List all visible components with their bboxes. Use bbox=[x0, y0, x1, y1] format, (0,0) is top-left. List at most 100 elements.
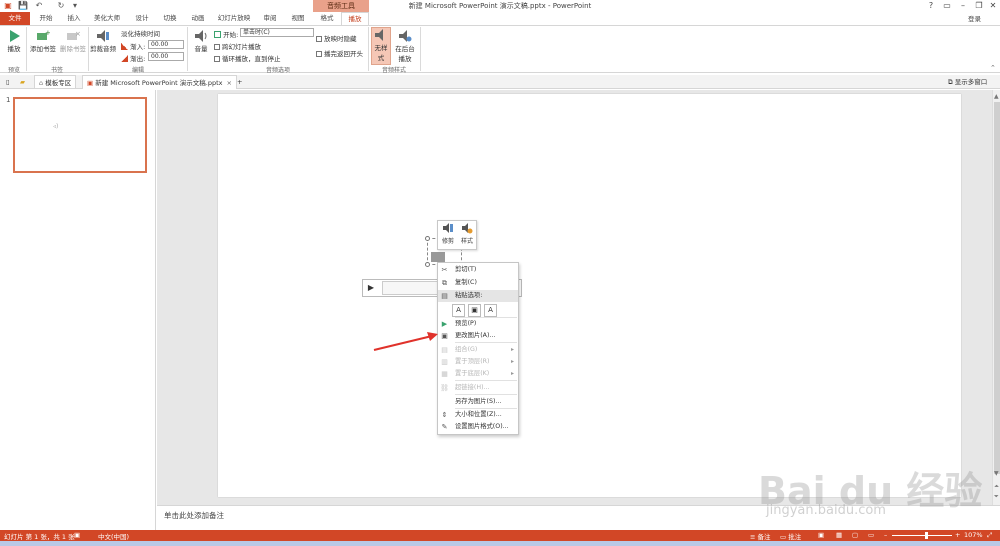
slide-thumbnail[interactable]: ◃) bbox=[13, 97, 147, 173]
no-style-button[interactable]: 无样式 bbox=[371, 27, 391, 65]
mini-style-button[interactable]: 样式 bbox=[457, 222, 477, 245]
tab-review[interactable]: 审阅 bbox=[258, 12, 282, 25]
help-icon[interactable]: ? bbox=[924, 0, 938, 12]
notes-toggle[interactable]: ≡ 备注 bbox=[750, 531, 771, 541]
add-bookmark-icon: + bbox=[37, 29, 50, 40]
play-in-background-button[interactable]: 在后台播放 bbox=[393, 29, 417, 63]
collapse-ribbon-icon[interactable]: ⌃ bbox=[990, 64, 996, 72]
hide-during-show-checkbox[interactable]: 放映时隐藏 bbox=[316, 33, 357, 43]
prev-slide-icon[interactable]: ⏶ bbox=[994, 483, 999, 491]
scroll-up-icon[interactable]: ▲ bbox=[994, 93, 999, 100]
menu-item-format-picture[interactable]: ✎ 设置图片格式(O)... bbox=[438, 421, 518, 433]
window-title: 新建 Microsoft PowerPoint 演示文稿.pptx - Powe… bbox=[408, 2, 592, 10]
mini-style-label: 样式 bbox=[460, 238, 473, 245]
multi-window-button[interactable]: ⧉ 显示多窗口 bbox=[944, 75, 991, 89]
start-icon bbox=[214, 31, 221, 38]
zoom-level[interactable]: 107% bbox=[964, 531, 983, 539]
zoom-slider-thumb[interactable] bbox=[925, 532, 928, 539]
menu-label: 复制(C) bbox=[455, 279, 477, 286]
menu-label: 另存为图片(S)... bbox=[455, 398, 502, 405]
volume-button[interactable]: 音量 bbox=[190, 29, 212, 53]
slide-canvas[interactable] bbox=[218, 94, 961, 497]
slide-sorter-icon[interactable]: ▦ bbox=[836, 531, 842, 539]
new-doc-icon[interactable]: ▯ bbox=[2, 75, 14, 89]
group-audio-options-label: 音频选项 bbox=[265, 67, 290, 74]
paste-picture-icon[interactable]: ▣ bbox=[468, 304, 481, 317]
menu-item-preview[interactable]: ▶ 预览(P) bbox=[438, 318, 518, 330]
close-icon[interactable]: ✕ bbox=[986, 0, 1000, 12]
slideshow-icon[interactable]: ▭ bbox=[868, 531, 874, 539]
fade-in-input[interactable]: 00.00 bbox=[148, 40, 184, 49]
rewind-checkbox[interactable]: 播完返回开头 bbox=[316, 48, 363, 58]
open-folder-icon[interactable]: ▰ bbox=[16, 75, 29, 89]
tab-home[interactable]: 开始 bbox=[34, 12, 58, 25]
trim-icon bbox=[443, 223, 453, 233]
document-tab-label: 新建 Microsoft PowerPoint 演示文稿.pptx bbox=[95, 79, 223, 87]
remove-bookmark-button[interactable]: × 删除书签 bbox=[58, 29, 88, 53]
resize-handle[interactable] bbox=[425, 236, 430, 241]
tab-view[interactable]: 视图 bbox=[286, 12, 310, 25]
menu-item-change-picture[interactable]: ▣ 更改图片(A)... bbox=[438, 330, 518, 342]
fade-out-input[interactable]: 00.00 bbox=[148, 52, 184, 61]
audio-speaker-icon[interactable] bbox=[431, 252, 445, 262]
login-link[interactable]: 登录 bbox=[968, 13, 981, 23]
zoom-in-icon[interactable]: + bbox=[955, 531, 960, 539]
menu-item-size-position[interactable]: ⇕ 大小和位置(Z)... bbox=[438, 409, 518, 421]
minimize-icon[interactable]: – bbox=[956, 0, 970, 12]
menu-item-hyperlink[interactable]: ⛓ 超链接(H)... bbox=[438, 382, 518, 394]
normal-view-icon[interactable]: ▣ bbox=[818, 531, 824, 539]
restore-icon[interactable]: ❐ bbox=[972, 0, 986, 12]
zoom-slider-track[interactable] bbox=[892, 535, 952, 536]
trim-audio-button[interactable]: 剪裁音频 bbox=[90, 29, 116, 53]
tab-file[interactable]: 文件 bbox=[0, 12, 30, 25]
loop-checkbox[interactable]: 循环播放，直到停止 bbox=[214, 53, 281, 63]
next-slide-icon[interactable]: ⏷ bbox=[994, 493, 999, 501]
fade-duration-label: 淡化持续时间 bbox=[121, 30, 160, 38]
menu-item-send-to-back[interactable]: ▦ 置于底层(K) ▸ bbox=[438, 368, 518, 380]
fade-out-label: 渐出: bbox=[130, 55, 146, 63]
menu-item-cut[interactable]: ✂ 剪切(T) bbox=[438, 264, 518, 276]
tab-animations[interactable]: 动画 bbox=[186, 12, 210, 25]
vertical-scrollbar[interactable]: ▲ ▼ ⏶ ⏷ bbox=[992, 90, 1000, 505]
tab-slideshow[interactable]: 幻灯片放映 bbox=[214, 12, 254, 25]
spellcheck-icon[interactable]: ▣ bbox=[74, 531, 80, 539]
cross-slides-checkbox[interactable]: 跨幻灯片播放 bbox=[214, 41, 261, 51]
hyperlink-icon: ⛓ bbox=[440, 384, 449, 392]
tab-current-document[interactable]: ▣ 新建 Microsoft PowerPoint 演示文稿.pptx × bbox=[82, 75, 237, 89]
tab-beautify[interactable]: 美化大师 bbox=[90, 12, 124, 25]
add-tab-button[interactable]: + bbox=[233, 75, 246, 89]
scroll-down-icon[interactable]: ▼ bbox=[994, 470, 999, 477]
comments-toggle[interactable]: ▭ 批注 bbox=[780, 531, 801, 541]
resize-handle[interactable] bbox=[425, 262, 430, 267]
zoom-out-icon[interactable]: – bbox=[884, 531, 887, 539]
start-select[interactable]: 单击时(C) bbox=[240, 28, 314, 37]
menu-item-group[interactable]: ▤ 组合(G) ▸ bbox=[438, 344, 518, 356]
add-bookmark-button[interactable]: + 添加书签 bbox=[28, 29, 58, 53]
menu-item-bring-to-front[interactable]: ▥ 置于顶层(R) ▸ bbox=[438, 356, 518, 368]
group-audio-styles-label: 音频样式 bbox=[381, 67, 406, 74]
pptx-file-icon: ▣ bbox=[87, 79, 96, 87]
mini-trim-button[interactable]: 修剪 bbox=[438, 222, 458, 245]
player-play-icon[interactable]: ▶ bbox=[364, 281, 378, 295]
close-tab-icon[interactable]: × bbox=[227, 79, 232, 87]
menu-item-copy[interactable]: ⧉ 复制(C) bbox=[438, 277, 518, 289]
fit-slide-icon[interactable]: ⤢ bbox=[987, 531, 992, 540]
scroll-thumb[interactable] bbox=[994, 102, 1000, 474]
tab-design[interactable]: 设计 bbox=[130, 12, 154, 25]
tab-insert[interactable]: 插入 bbox=[62, 12, 86, 25]
window-icon: ⧉ bbox=[948, 78, 955, 86]
tab-template-zone[interactable]: ⌂ 模板专区 bbox=[34, 75, 77, 89]
comments-icon: ▭ bbox=[780, 533, 789, 541]
tab-format[interactable]: 格式 bbox=[314, 12, 340, 25]
language-status[interactable]: 中文(中国) bbox=[98, 531, 129, 541]
paste-keep-formatting-icon[interactable]: A bbox=[452, 304, 465, 317]
paste-text-only-icon[interactable]: A bbox=[484, 304, 497, 317]
player-progress[interactable] bbox=[382, 281, 438, 295]
ribbon-display-icon[interactable]: ▭ bbox=[940, 0, 954, 12]
preview-play-button[interactable]: 播放 bbox=[4, 29, 24, 53]
tab-transitions[interactable]: 切换 bbox=[158, 12, 182, 25]
tab-playback[interactable]: 播放 bbox=[341, 12, 369, 25]
reading-view-icon[interactable]: ▢ bbox=[852, 531, 858, 539]
menu-item-save-as-picture[interactable]: 另存为图片(S)... bbox=[438, 396, 518, 408]
style-icon bbox=[462, 223, 473, 234]
